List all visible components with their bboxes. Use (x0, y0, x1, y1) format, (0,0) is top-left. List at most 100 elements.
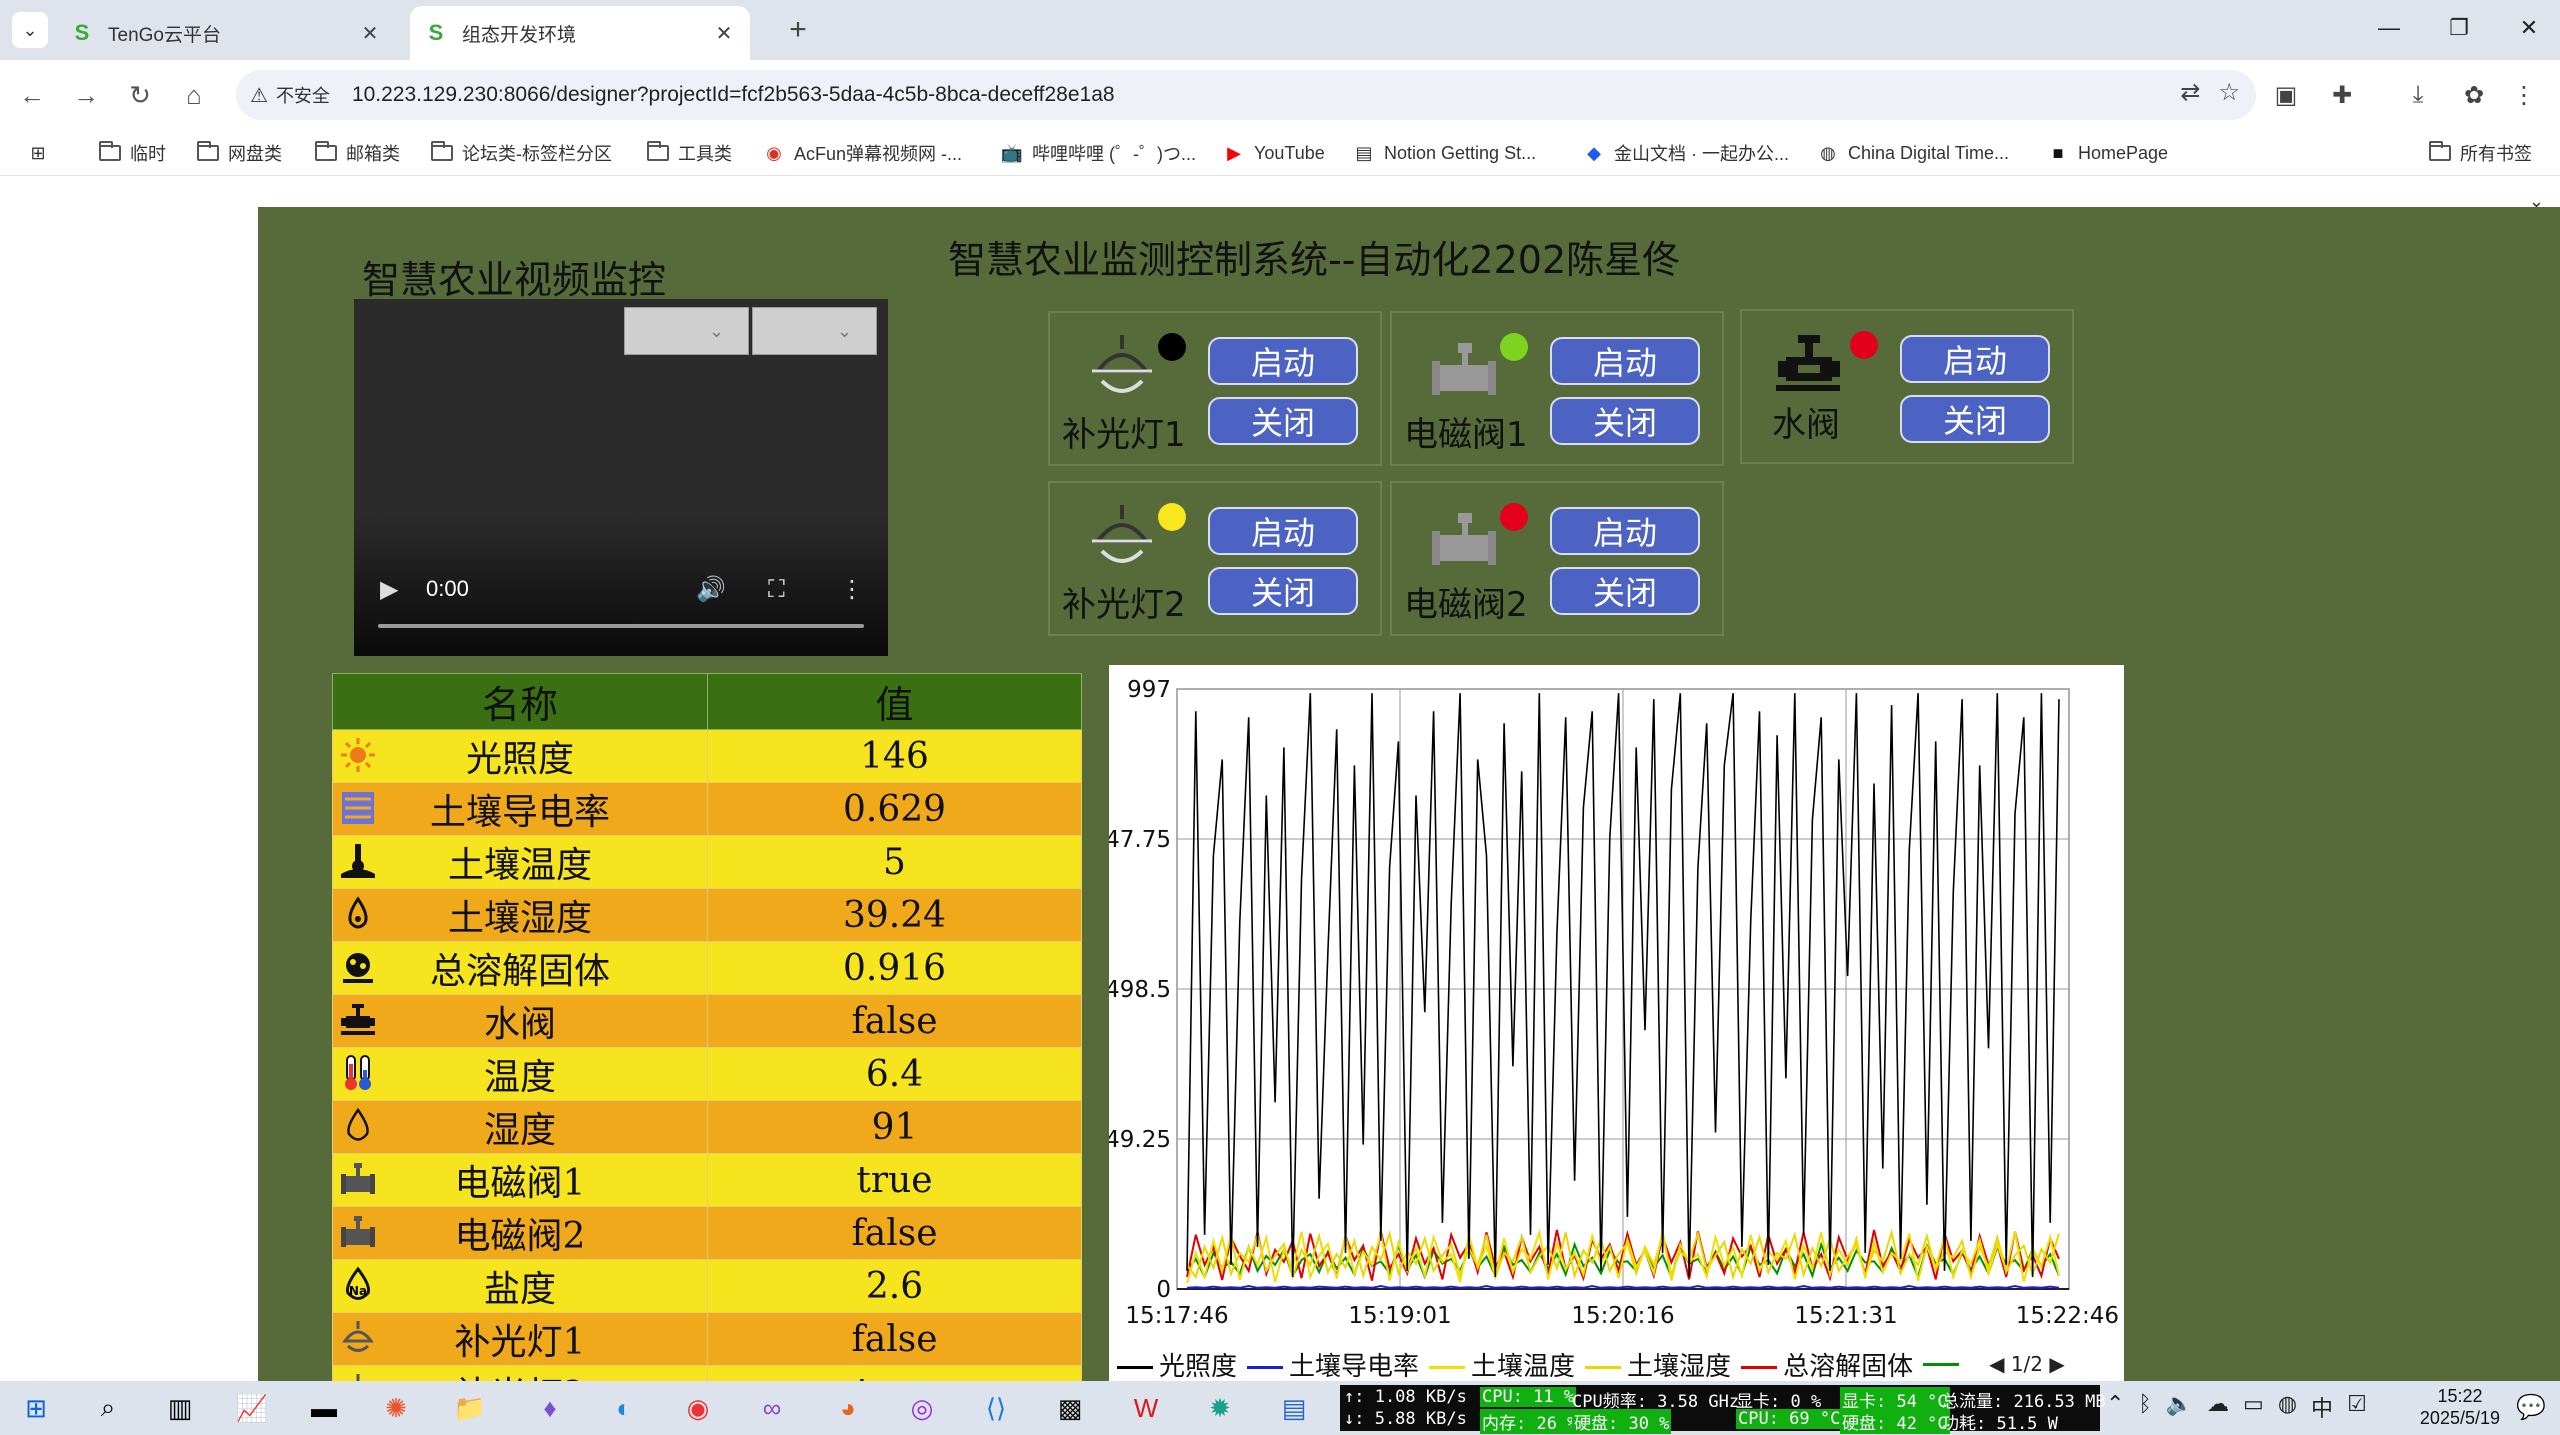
bookmark-notion[interactable]: ▤ Notion Getting St... (1352, 138, 1536, 168)
row-name: 水阀 (483, 1004, 556, 1045)
bookmark-kdocs[interactable]: ◆ 金山文档 · 一起办公... (1582, 138, 1789, 168)
wps-icon[interactable]: W (1116, 1386, 1176, 1430)
app-ring-icon[interactable]: ◎ (892, 1386, 952, 1430)
volume-icon[interactable]: 🔊 (696, 575, 726, 604)
chevron-up-icon[interactable]: ⌃ (2106, 1391, 2124, 1423)
translate-icon[interactable]: ⇄ (2180, 78, 2200, 107)
start-button[interactable]: 启动 (1900, 335, 2050, 383)
checkbox-icon[interactable]: ☑ (2347, 1391, 2367, 1423)
vscode-icon[interactable]: ⟨⟩ (966, 1386, 1026, 1430)
file-explorer-icon[interactable]: 📁 (440, 1386, 500, 1430)
channel-select[interactable]: ⌄ (752, 307, 877, 355)
profile-icon[interactable]: ✿ (2454, 75, 2494, 115)
notification-icon[interactable]: 💬 (2516, 1393, 2546, 1422)
tab-designer[interactable]: S 组态开发环境 ✕ (410, 6, 750, 60)
task-view-icon[interactable]: ▥ (150, 1386, 210, 1430)
close-icon[interactable]: ✕ (358, 21, 382, 45)
url-text[interactable]: 10.223.129.230:8066/designer?projectId=f… (352, 83, 1115, 107)
video-progress-bar[interactable] (378, 624, 864, 628)
speaker-icon[interactable]: 🔈 (2166, 1391, 2193, 1423)
triangle-left-icon[interactable]: ◀ (1989, 1352, 2011, 1376)
play-icon[interactable]: ▶ (380, 575, 398, 604)
forward-button[interactable]: → (66, 75, 106, 115)
close-icon[interactable]: ✕ (712, 21, 736, 45)
chrome-icon[interactable]: ◉ (668, 1386, 728, 1430)
close-window-button[interactable]: ✕ (2494, 8, 2560, 48)
camera-select[interactable]: ⌄ (624, 307, 749, 355)
tab-tengo[interactable]: S TenGo云平台 ✕ (56, 6, 396, 60)
bookmark-acfun[interactable]: ◉ AcFun弹幕视频网 -... (762, 138, 962, 168)
stop-button[interactable]: 关闭 (1550, 567, 1700, 615)
legend-item[interactable]: 土壤湿度 (1585, 1346, 1731, 1381)
bookmark-homepage[interactable]: ■ HomePage (2046, 138, 2169, 168)
bluetooth-icon[interactable]: ᛒ (2138, 1391, 2151, 1423)
firefox-icon[interactable]: ◕ (818, 1386, 878, 1430)
app-doc-icon[interactable]: ▤ (1264, 1386, 1324, 1430)
bookmark-cdt[interactable]: ◍ China Digital Time... (1816, 138, 2009, 168)
more-menu-icon[interactable]: ⋮ (2504, 75, 2544, 115)
all-bookmarks[interactable]: 所有书签 (2428, 138, 2532, 168)
restore-button[interactable]: ❐ (2424, 8, 2494, 48)
start-button[interactable]: 启动 (1550, 337, 1700, 385)
security-indicator[interactable]: ⚠ 不安全 (250, 82, 330, 108)
stop-button[interactable]: 关闭 (1550, 397, 1700, 445)
battery-icon[interactable]: ▭ (2243, 1391, 2264, 1423)
bookmark-folder[interactable]: 工具类 (646, 138, 732, 168)
input-method-icon[interactable]: 中 (2311, 1391, 2333, 1423)
fullscreen-icon[interactable]: ⛶ (768, 576, 785, 604)
bookmark-folder[interactable]: 邮箱类 (314, 138, 400, 168)
system-clock[interactable]: 15:22 2025/5/19 (2420, 1385, 2500, 1429)
visual-studio-icon[interactable]: ∞ (742, 1386, 802, 1430)
bookmark-youtube[interactable]: ▶ YouTube (1222, 138, 1325, 168)
start-button[interactable]: 启动 (1550, 507, 1700, 555)
edge-icon[interactable]: ◐ (594, 1386, 654, 1430)
row-name-cell: 补光灯1 (332, 1312, 708, 1366)
network-icon[interactable]: ◍ (2278, 1391, 2297, 1423)
monitor-app-icon[interactable]: 📈 (222, 1386, 282, 1430)
x-tick-label: 15:17:46 (1125, 1303, 1228, 1329)
download-icon[interactable]: ⤓ (2398, 75, 2438, 115)
bookmark-folder[interactable]: 临时 (98, 138, 166, 168)
security-label: 不安全 (275, 86, 330, 106)
stop-button[interactable]: 关闭 (1208, 397, 1358, 445)
bookmark-bilibili[interactable]: 📺 哔哩哔哩 (゜-゜)つ... (1000, 138, 1196, 168)
minimize-button[interactable]: — (2354, 8, 2424, 48)
more-options-icon[interactable]: ⋮ (840, 575, 864, 604)
app-gear-icon[interactable]: ✹ (1190, 1386, 1250, 1430)
cloud-icon[interactable]: ☁ (2207, 1391, 2229, 1423)
home-button[interactable]: ⌂ (174, 75, 214, 115)
tab-search-button[interactable]: ⌄ (12, 12, 48, 48)
star-icon[interactable]: ☆ (2218, 78, 2240, 107)
app-orange-icon[interactable]: ✺ (366, 1386, 426, 1430)
stop-button[interactable]: 关闭 (1208, 567, 1358, 615)
puzzle-icon[interactable]: ✚ (2322, 75, 2362, 115)
app-purple-icon[interactable]: ♦ (520, 1386, 580, 1430)
reload-button[interactable]: ↻ (120, 75, 160, 115)
legend-item[interactable]: 总溶解固体 (1741, 1346, 1913, 1381)
legend-item[interactable]: 土壤导电率 (1247, 1346, 1419, 1381)
windows-start-icon[interactable]: ⊞ (6, 1386, 66, 1430)
bookmark-folder[interactable]: 论坛类-标签栏分区 (430, 138, 612, 168)
apps-icon[interactable]: ⊞ (26, 138, 58, 168)
chevron-down-icon: ⌄ (836, 320, 853, 341)
address-bar[interactable]: ⚠ 不安全 10.223.129.230:8066/designer?proje… (236, 70, 2256, 120)
video-player[interactable]: ⌄ ⌄ ▶ 0:00 🔊 ⛶ ⋮ (354, 299, 888, 656)
bookmark-folder[interactable]: 网盘类 (196, 138, 282, 168)
stop-button[interactable]: 关闭 (1900, 395, 2050, 443)
start-button[interactable]: 启动 (1208, 507, 1358, 555)
legend-item[interactable] (1923, 1349, 1965, 1379)
search-icon[interactable]: ⌕ (78, 1386, 138, 1430)
legend-pager[interactable]: ◀ 1/2 ▶ (1989, 1352, 2065, 1376)
legend-item[interactable]: 土壤温度 (1429, 1346, 1575, 1381)
table-row: 土壤温度 5 (332, 835, 1082, 889)
legend-swatch (1429, 1365, 1466, 1369)
table-row: 电磁阀1 true (332, 1153, 1082, 1207)
terminal-icon[interactable]: ▬ (294, 1386, 354, 1430)
pycharm-icon[interactable]: ▩ (1040, 1386, 1100, 1430)
extension-icon[interactable]: ▣ (2266, 75, 2306, 115)
new-tab-button[interactable]: + (780, 12, 816, 48)
triangle-right-icon[interactable]: ▶ (2043, 1352, 2064, 1376)
legend-item[interactable]: 光照度 (1117, 1346, 1237, 1381)
back-button[interactable]: ← (12, 75, 52, 115)
start-button[interactable]: 启动 (1208, 337, 1358, 385)
